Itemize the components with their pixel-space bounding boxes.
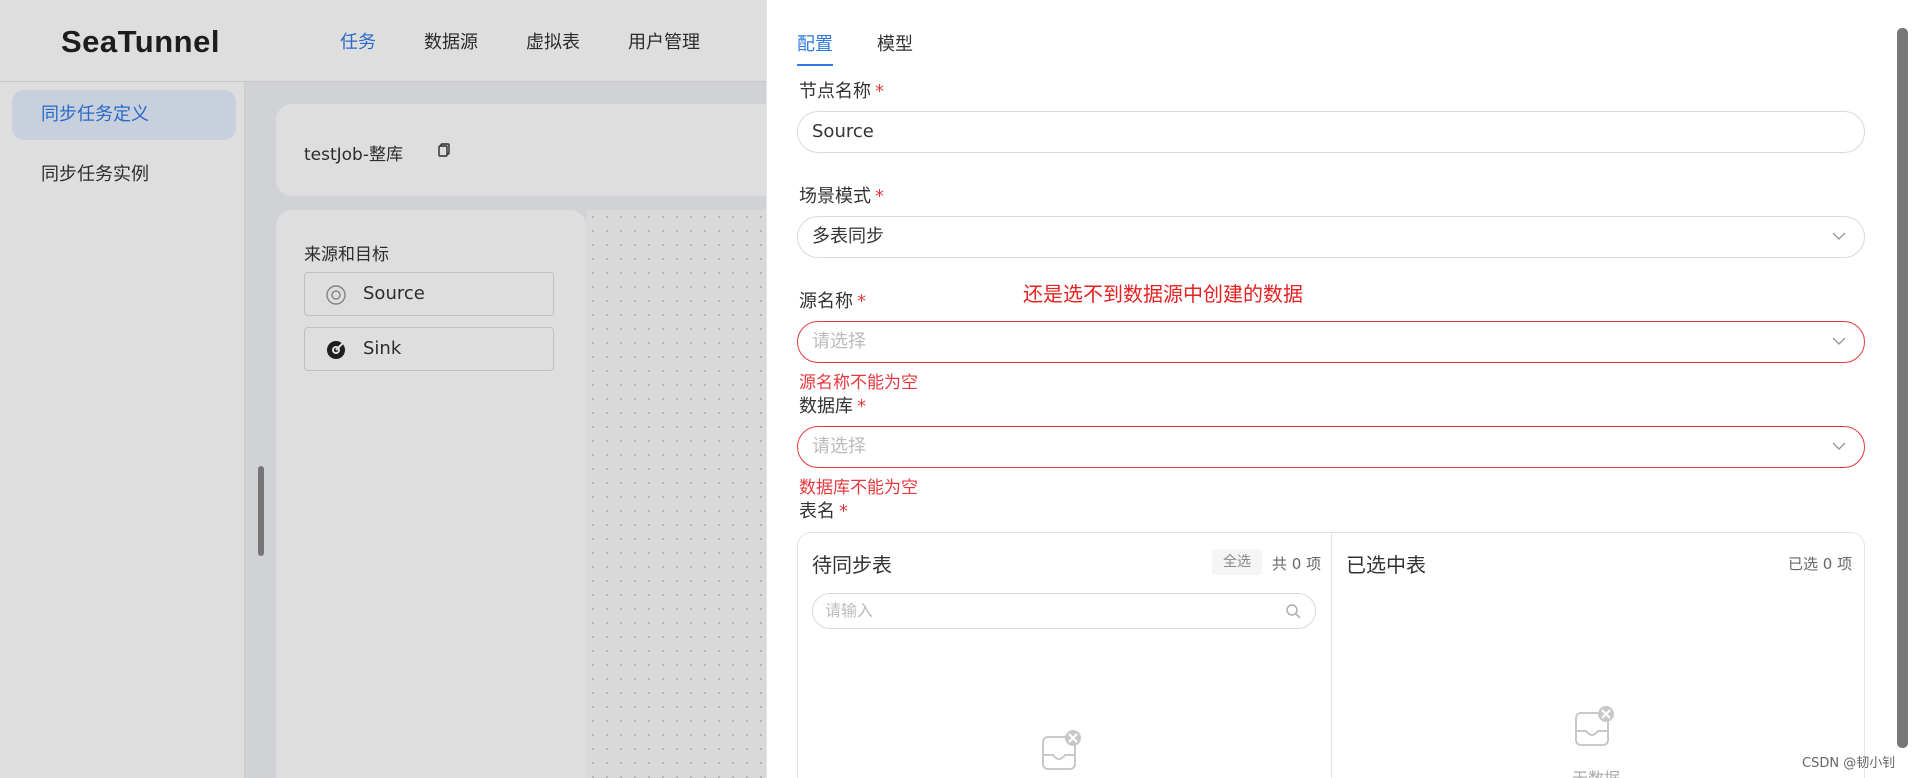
required-mark: *	[875, 186, 884, 207]
search-icon	[1286, 604, 1301, 619]
empty-data-icon	[1042, 730, 1081, 770]
chevron-down-icon	[1832, 337, 1846, 345]
drawer-tabs: 配置 模型	[797, 30, 957, 66]
database-select[interactable]: 请选择	[797, 426, 1865, 468]
database-placeholder: 请选择	[812, 436, 866, 457]
table-search-input[interactable]: 请输入	[812, 593, 1316, 629]
scene-mode-select[interactable]: 多表同步	[797, 216, 1865, 258]
transfer-source-panel: 待同步表 全选 共 0 项 请输入	[798, 533, 1332, 778]
source-name-placeholder: 请选择	[812, 331, 866, 352]
select-all-button[interactable]: 全选	[1212, 549, 1262, 575]
scene-mode-label: 场景模式 *	[799, 186, 884, 207]
pending-tables-title: 待同步表	[812, 553, 892, 577]
required-mark: *	[875, 81, 884, 102]
required-mark: *	[839, 501, 848, 522]
scene-mode-value: 多表同步	[812, 226, 884, 247]
watermark: CSDN @韧小钊	[1802, 756, 1896, 771]
transfer-target-panel: 已选中表 已选 0 项 无数据	[1332, 533, 1866, 778]
tab-config[interactable]: 配置	[797, 30, 833, 66]
source-name-error: 源名称不能为空	[799, 373, 918, 393]
required-mark: *	[857, 396, 866, 417]
drawer-scrollbar[interactable]	[1897, 28, 1908, 748]
database-error: 数据库不能为空	[799, 478, 918, 498]
modal-overlay[interactable]	[0, 0, 766, 778]
required-mark: *	[857, 291, 866, 312]
source-name-label: 源名称 *	[799, 291, 866, 312]
tab-model[interactable]: 模型	[877, 30, 913, 66]
source-name-select[interactable]: 请选择	[797, 321, 1865, 363]
empty-data-icon	[1575, 706, 1614, 746]
pending-count: 共 0 项	[1272, 555, 1322, 573]
node-name-label: 节点名称 *	[799, 81, 884, 102]
selected-tables-title: 已选中表	[1346, 553, 1426, 577]
node-config-drawer: 配置 模型 节点名称 * Source 场景模式 * 多表同步 还是选不到数据源中创…	[766, 0, 1916, 778]
database-label: 数据库 *	[799, 396, 866, 417]
annotation-note: 还是选不到数据源中创建的数据	[1023, 282, 1303, 306]
table-transfer: 待同步表 全选 共 0 项 请输入 已选中表 已选 0 项	[797, 532, 1865, 778]
chevron-down-icon	[1832, 232, 1846, 240]
empty-data-text: 无数据	[1572, 765, 1620, 778]
selected-count: 已选 0 项	[1788, 555, 1853, 573]
table-search-placeholder: 请输入	[825, 601, 874, 620]
node-name-input[interactable]: Source	[797, 111, 1865, 153]
chevron-down-icon	[1832, 442, 1846, 450]
table-name-label: 表名 *	[799, 501, 848, 522]
